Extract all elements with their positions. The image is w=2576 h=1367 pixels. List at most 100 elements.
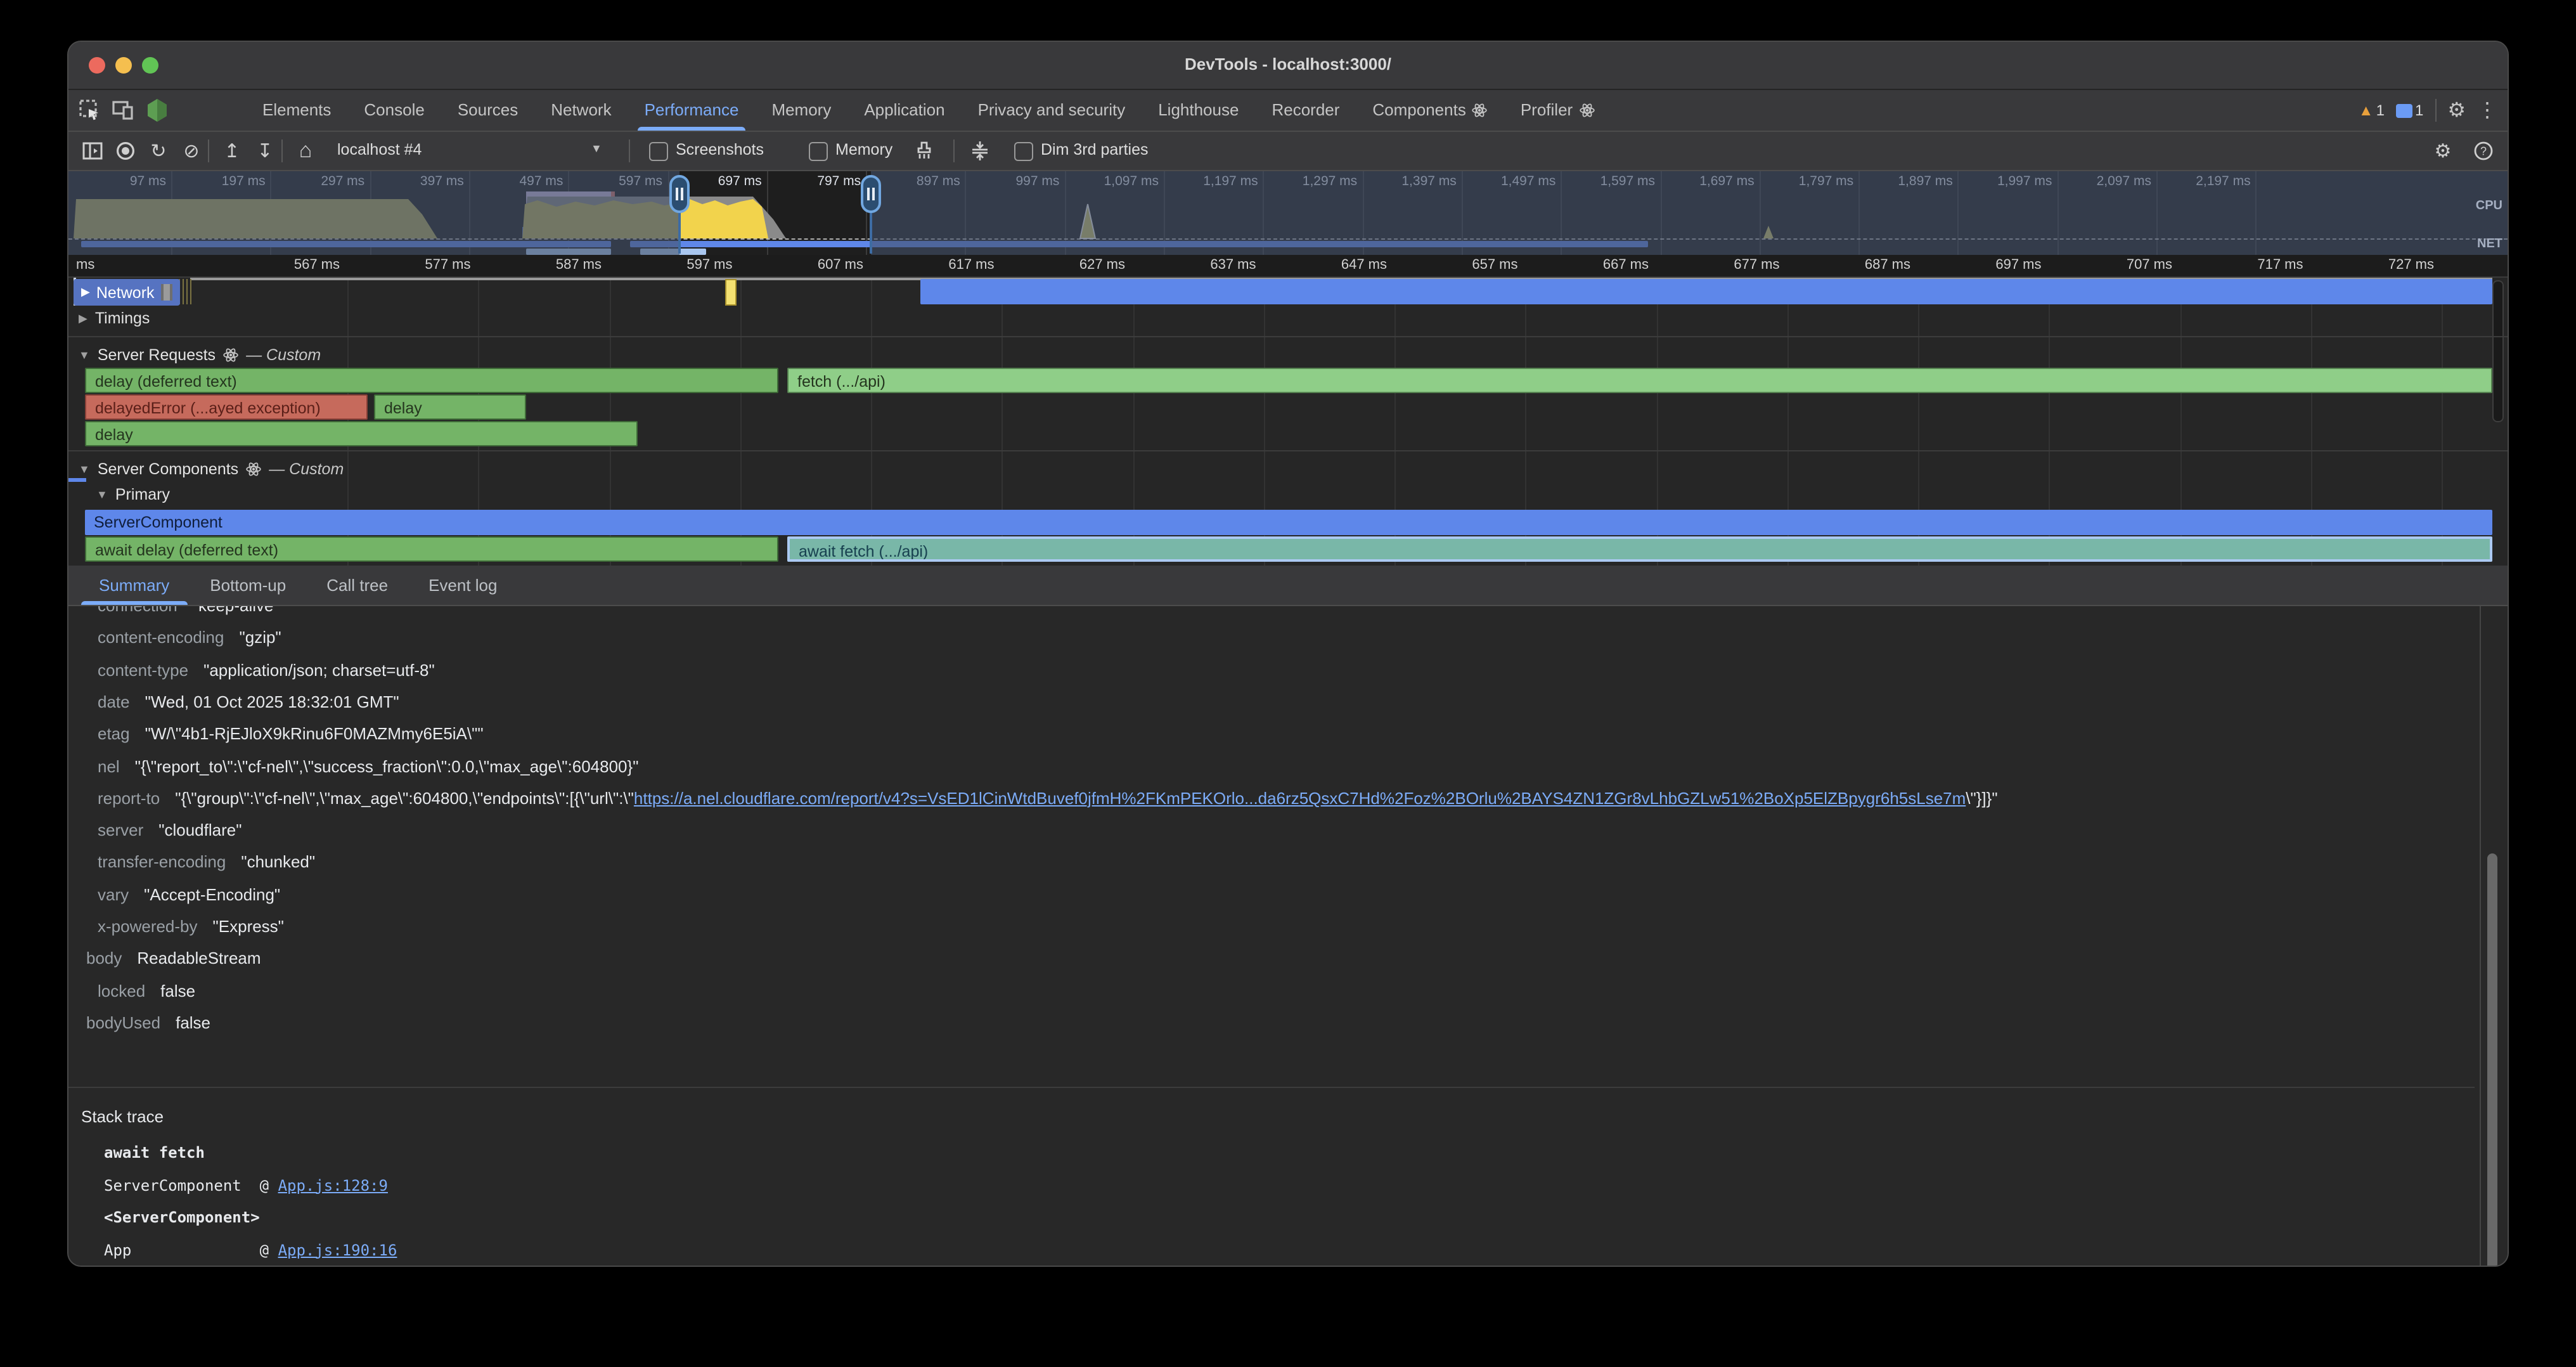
record-button[interactable] xyxy=(112,137,139,165)
device-toolbar-icon[interactable] xyxy=(112,99,134,122)
network-track-header[interactable]: ▶ Network xyxy=(74,279,180,306)
clear-button[interactable]: ⊘ xyxy=(177,137,205,165)
timings-track-header[interactable]: ▶ Timings xyxy=(79,309,150,327)
dim-3rd-parties-label: Dim 3rd parties xyxy=(1041,141,1149,159)
custom-track-suffix: — Custom xyxy=(269,460,344,478)
react-atom-icon xyxy=(1472,103,1488,118)
svg-text:?: ? xyxy=(2480,145,2487,157)
network-event-marker[interactable] xyxy=(725,279,737,306)
ruler-label: 707 ms xyxy=(2083,257,2172,273)
stack-frame: ServerComponent @ App.js:128:9 xyxy=(104,1176,388,1194)
selection-left-handle[interactable] xyxy=(669,175,690,213)
source-location-link[interactable]: App.js:128:9 xyxy=(278,1176,388,1194)
details-scrollbar-thumb[interactable] xyxy=(2487,853,2497,1266)
help-icon[interactable]: ? xyxy=(2470,137,2497,165)
tab-performance[interactable]: Performance xyxy=(628,90,756,131)
garbage-collect-icon[interactable] xyxy=(910,137,938,165)
more-options-kebab-icon[interactable]: ⋮ xyxy=(2477,98,2497,123)
track-divider xyxy=(68,336,2508,337)
warning-count: 1 xyxy=(2376,101,2385,119)
flame-bar[interactable]: await delay (deferred text) xyxy=(85,536,778,562)
home-icon[interactable]: ⌂ xyxy=(292,137,319,165)
flame-bar[interactable]: delay (deferred text) xyxy=(85,368,778,393)
flame-bar[interactable]: fetch (.../api) xyxy=(787,368,2492,393)
flame-bar[interactable]: ServerComponent xyxy=(85,510,2492,535)
tab-lighthouse[interactable]: Lighthouse xyxy=(1142,90,1255,131)
message-badge[interactable]: 1 xyxy=(2396,101,2423,119)
ruler-label: 587 ms xyxy=(513,257,602,273)
tab-network[interactable]: Network xyxy=(534,90,628,131)
tab-sources[interactable]: Sources xyxy=(441,90,534,131)
source-location-link[interactable]: App.js:190:16 xyxy=(278,1241,397,1259)
header-key: body xyxy=(86,949,122,968)
collapse-triangle-icon[interactable]: ▶ xyxy=(81,285,90,299)
header-value: "Express" xyxy=(213,917,284,936)
header-row: date"Wed, 01 Oct 2025 18:32:01 GMT" xyxy=(98,692,2481,711)
ruler-label: 717 ms xyxy=(2215,257,2303,273)
expand-triangle-icon[interactable]: ▼ xyxy=(79,463,90,476)
ruler-label: 647 ms xyxy=(1298,257,1387,273)
timeline-overview[interactable]: 97 ms197 ms297 ms397 ms497 ms597 ms697 m… xyxy=(68,171,2508,255)
inspect-element-icon[interactable] xyxy=(79,99,101,122)
memory-checkbox[interactable] xyxy=(809,142,828,161)
download-profile-icon[interactable]: ↧ xyxy=(251,137,279,165)
dim-3rd-parties-checkbox[interactable] xyxy=(1014,142,1033,161)
flame-scrollbar[interactable] xyxy=(2492,280,2504,422)
track-drag-handle-icon[interactable] xyxy=(161,284,172,301)
header-row: etag"W/\"4b1-RjEJloX9kRinu6F0MAZMmy6E5iA… xyxy=(98,724,2481,743)
collapse-tracks-icon[interactable] xyxy=(966,137,994,165)
flame-bar[interactable]: delay xyxy=(85,421,638,446)
devtools-tabbar: ElementsConsoleSourcesNetworkPerformance… xyxy=(68,90,2508,132)
ruler-label: 677 ms xyxy=(1691,257,1780,273)
details-tab-event-log[interactable]: Event log xyxy=(408,566,517,605)
react-atom-icon xyxy=(223,347,238,363)
stack-trace-title: Stack trace xyxy=(81,1107,164,1126)
nodejs-icon[interactable] xyxy=(146,98,169,123)
header-value: "Wed, 01 Oct 2025 18:32:01 GMT" xyxy=(145,692,399,711)
header-value: "chunked" xyxy=(241,853,315,872)
expand-triangle-icon[interactable]: ▼ xyxy=(79,349,90,361)
warning-badge[interactable]: ▲1 xyxy=(2359,99,2385,122)
primary-thread-header[interactable]: ▼ Primary xyxy=(96,486,170,503)
ruler-label: 657 ms xyxy=(1429,257,1518,273)
header-row: bodyReadableStream xyxy=(86,949,2470,968)
collapse-triangle-icon[interactable]: ▶ xyxy=(79,311,87,325)
details-tabs: SummaryBottom-upCall treeEvent log xyxy=(79,566,517,605)
details-tab-call-tree[interactable]: Call tree xyxy=(306,566,408,605)
flame-bar[interactable]: await fetch (.../api) xyxy=(787,536,2492,562)
profile-select-caret-icon[interactable]: ▼ xyxy=(591,142,602,155)
flame-bar[interactable]: delayedError (...ayed exception) xyxy=(85,394,368,420)
custom-track-suffix: — Custom xyxy=(246,346,321,364)
header-value-link[interactable]: https://a.nel.cloudflare.com/report/v4?s… xyxy=(634,789,1966,808)
capture-settings-gear-icon[interactable]: ⚙ xyxy=(2429,137,2457,165)
upload-profile-icon[interactable]: ↥ xyxy=(218,137,246,165)
selection-right-handle[interactable] xyxy=(861,175,881,213)
header-key: x-powered-by xyxy=(98,917,198,936)
profile-select[interactable]: localhost #4 xyxy=(337,141,422,159)
flame-chart[interactable]: ▶ Network ▶ Timings ▼ Server Requests — … xyxy=(68,278,2508,566)
tab-profiler[interactable]: Profiler xyxy=(1504,90,1611,131)
divider xyxy=(629,139,630,162)
tab-application[interactable]: Application xyxy=(847,90,961,131)
ruler-label: 577 ms xyxy=(382,257,471,273)
tab-recorder[interactable]: Recorder xyxy=(1255,90,1356,131)
flame-bar[interactable]: delay xyxy=(374,394,526,420)
reload-and-record-button[interactable]: ↻ xyxy=(145,137,172,165)
details-tab-bottom-up[interactable]: Bottom-up xyxy=(190,566,306,605)
server-components-track-header[interactable]: ▼ Server Components — Custom xyxy=(79,460,344,478)
header-row: connection"keep-alive" xyxy=(98,606,2481,615)
expand-triangle-icon[interactable]: ▼ xyxy=(96,488,108,501)
server-requests-track-header[interactable]: ▼ Server Requests — Custom xyxy=(79,346,321,364)
tab-memory[interactable]: Memory xyxy=(755,90,847,131)
tab-elements[interactable]: Elements xyxy=(246,90,347,131)
tab-console[interactable]: Console xyxy=(347,90,441,131)
toggle-sidebar-icon[interactable] xyxy=(79,137,106,165)
tab-privacy-and-security[interactable]: Privacy and security xyxy=(962,90,1142,131)
screenshots-checkbox[interactable] xyxy=(649,142,668,161)
tab-components[interactable]: Components xyxy=(1356,90,1504,131)
details-tab-summary[interactable]: Summary xyxy=(79,566,190,605)
cpu-track-label: CPU xyxy=(2476,199,2502,213)
network-request-bar[interactable] xyxy=(920,279,2492,304)
tab-label: Components xyxy=(1372,90,1465,131)
settings-gear-icon[interactable]: ⚙ xyxy=(2447,98,2466,123)
